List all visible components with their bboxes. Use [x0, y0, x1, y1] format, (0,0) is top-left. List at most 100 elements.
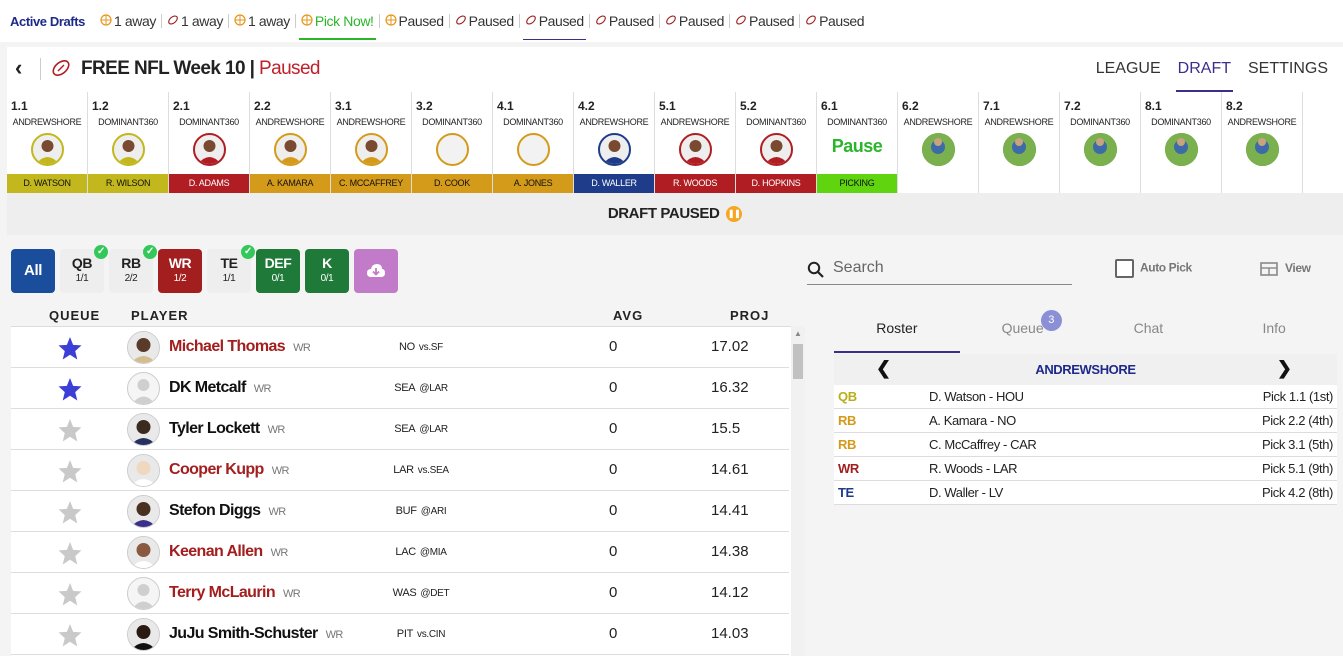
- filter-wr-button[interactable]: WR 1/2: [158, 249, 202, 293]
- auto-pick-toggle[interactable]: Auto Pick: [1115, 259, 1192, 278]
- search-icon: [807, 261, 824, 278]
- star-filled-icon[interactable]: [57, 377, 83, 404]
- draft-pick-cell[interactable]: 6.2 ANDREWSHORE: [898, 92, 979, 193]
- draft-pick-cell[interactable]: 7.1 ANDREWSHORE: [979, 92, 1060, 193]
- scroll-up-icon[interactable]: ▲: [794, 329, 802, 338]
- football-icon: [805, 14, 817, 29]
- player-row[interactable]: Keenan Allen WR LAC @MIA 0 14.38: [11, 532, 789, 573]
- star-outline-icon[interactable]: [57, 418, 83, 445]
- search-box[interactable]: Search: [807, 255, 1072, 285]
- scroll-thumb[interactable]: [793, 344, 803, 379]
- draft-pick-cell[interactable]: 7.2 DOMINANT360: [1060, 92, 1141, 193]
- player-name[interactable]: Cooper Kupp WR: [169, 461, 289, 479]
- filter-def-button[interactable]: DEF 0/1: [256, 249, 300, 293]
- draft-tab[interactable]: 1 away: [162, 0, 228, 42]
- player-proj: 14.41: [711, 502, 749, 519]
- draft-tab[interactable]: 1 away: [95, 0, 161, 42]
- opponent: @MIA: [419, 547, 447, 558]
- back-button[interactable]: ‹: [15, 57, 22, 79]
- player-name[interactable]: Stefon Diggs WR: [169, 502, 286, 520]
- star-outline-icon[interactable]: [57, 541, 83, 568]
- player-name[interactable]: Michael Thomas WR: [169, 338, 311, 356]
- star-outline-icon[interactable]: [57, 623, 83, 650]
- player-name[interactable]: Tyler Lockett WR: [169, 420, 285, 438]
- player-row[interactable]: DK Metcalf WR SEA @LAR 0 16.32: [11, 368, 789, 409]
- draft-tab[interactable]: Paused: [520, 0, 589, 42]
- star-outline-icon[interactable]: [57, 582, 83, 609]
- draft-tab[interactable]: Paused: [730, 0, 799, 42]
- player-avatar: [1165, 133, 1198, 166]
- next-team-button[interactable]: ❯: [1277, 358, 1292, 379]
- draft-tab[interactable]: Paused: [660, 0, 729, 42]
- player-matchup: BUF @ARI: [381, 505, 461, 517]
- view-button[interactable]: View: [1260, 261, 1311, 276]
- draft-pick-cell[interactable]: 3.2 DOMINANT360 D. COOK: [412, 92, 493, 193]
- prev-team-button[interactable]: ❮: [876, 358, 891, 379]
- tab-queue-label: Queue: [1001, 320, 1044, 336]
- player-name-text: Stefon Diggs: [169, 502, 261, 519]
- picked-player-name: D. WALLER: [574, 174, 654, 193]
- player-row[interactable]: Stefon Diggs WR BUF @ARI 0 14.41: [11, 491, 789, 532]
- team-abbr: PIT: [396, 628, 414, 640]
- filter-all-button[interactable]: All: [11, 249, 55, 293]
- draft-tab[interactable]: Paused: [450, 0, 519, 42]
- player-row[interactable]: JuJu Smith-Schuster WR PIT vs.CIN 0 14.03: [11, 614, 789, 655]
- tab-league[interactable]: LEAGUE: [1096, 60, 1161, 78]
- player-position: WR: [268, 506, 286, 518]
- tab-queue[interactable]: Queue 3: [960, 310, 1086, 353]
- draft-pick-cell[interactable]: 6.1 DOMINANT360 Pause PICKING: [817, 92, 898, 193]
- filter-rb-button[interactable]: RB 2/2 ✓: [109, 245, 157, 293]
- draft-tab[interactable]: Paused: [800, 0, 869, 42]
- player-row[interactable]: Michael Thomas WR NO vs.SF 0 17.02: [11, 327, 789, 368]
- draft-pick-cell[interactable]: 3.1 ANDREWSHORE C. MCCAFFREY: [331, 92, 412, 193]
- filter-cloud-download-button[interactable]: [354, 249, 398, 293]
- draft-pick-cell[interactable]: 4.2 ANDREWSHORE D. WALLER: [574, 92, 655, 193]
- roster-row: QB D. Watson - HOU Pick 1.1 (1st): [834, 385, 1337, 409]
- draft-pick-cell[interactable]: 8.2 ANDREWSHORE: [1222, 92, 1303, 193]
- auto-pick-checkbox[interactable]: [1115, 259, 1134, 278]
- picked-player-name: R. WILSON: [88, 174, 168, 193]
- player-row[interactable]: Cooper Kupp WR LAR vs.SEA 0 14.61: [11, 450, 789, 491]
- tab-chat[interactable]: Chat: [1086, 310, 1212, 353]
- player-name[interactable]: JuJu Smith-Schuster WR: [169, 625, 343, 643]
- roster-player: A. Kamara - NO: [929, 413, 1016, 428]
- queue-count-badge: 3: [1040, 310, 1062, 331]
- player-list-scrollbar[interactable]: ▲: [791, 326, 805, 656]
- player-row[interactable]: Terry McLaurin WR WAS @DET 0 14.12: [11, 573, 789, 614]
- player-row[interactable]: Tyler Lockett WR SEA @LAR 0 15.5: [11, 409, 789, 450]
- tab-roster[interactable]: Roster: [834, 310, 960, 353]
- player-name[interactable]: Keenan Allen WR: [169, 543, 288, 561]
- roster-player: R. Woods - LAR: [929, 461, 1018, 476]
- tab-draft[interactable]: DRAFT: [1175, 60, 1234, 92]
- draft-pick-cell[interactable]: 5.1 ANDREWSHORE R. WOODS: [655, 92, 736, 193]
- col-player: PLAYER: [131, 308, 189, 323]
- draft-pick-cell[interactable]: 1.2 DOMINANT360 R. WILSON: [88, 92, 169, 193]
- tab-settings[interactable]: SETTINGS: [1248, 60, 1328, 78]
- draft-pick-cell[interactable]: 2.2 ANDREWSHORE A. KAMARA: [250, 92, 331, 193]
- filter-te-button[interactable]: TE 1/1 ✓: [207, 245, 255, 293]
- player-position: WR: [325, 629, 344, 641]
- draft-pick-cell[interactable]: 4.1 DOMINANT360 A. JONES: [493, 92, 574, 193]
- player-avg: 0: [609, 420, 618, 437]
- star-outline-icon[interactable]: [57, 459, 83, 486]
- football-icon: [167, 14, 179, 29]
- player-name[interactable]: Terry McLaurin WR: [169, 584, 301, 602]
- active-drafts-bar: Active Drafts 1 away 1 away 1 away Pick Now…: [0, 0, 1343, 42]
- filter-qb-button[interactable]: QB 1/1 ✓: [60, 245, 108, 293]
- tab-info[interactable]: Info: [1211, 310, 1337, 353]
- draft-pick-cell[interactable]: 1.1 ANDREWSHORE D. WATSON: [7, 92, 88, 193]
- draft-tab[interactable]: Paused: [590, 0, 659, 42]
- star-outline-icon[interactable]: [57, 500, 83, 527]
- draft-tab[interactable]: Paused: [380, 0, 449, 42]
- filter-count: 1/2: [173, 273, 187, 284]
- player-name[interactable]: DK Metcalf WR: [169, 379, 271, 397]
- draft-tab[interactable]: Pick Now!: [296, 0, 379, 42]
- draft-pick-cell[interactable]: 5.2 DOMINANT360 D. HOPKINS: [736, 92, 817, 193]
- draft-tab[interactable]: 1 away: [229, 0, 295, 42]
- filter-k-button[interactable]: K 0/1: [305, 249, 349, 293]
- draft-pick-cell[interactable]: 2.1 DOMINANT360 D. ADAMS: [169, 92, 250, 193]
- draft-tab-label: Paused: [678, 13, 725, 29]
- star-filled-icon[interactable]: [57, 336, 83, 363]
- search-input[interactable]: Search: [833, 259, 884, 277]
- draft-pick-cell[interactable]: 8.1 DOMINANT360: [1141, 92, 1222, 193]
